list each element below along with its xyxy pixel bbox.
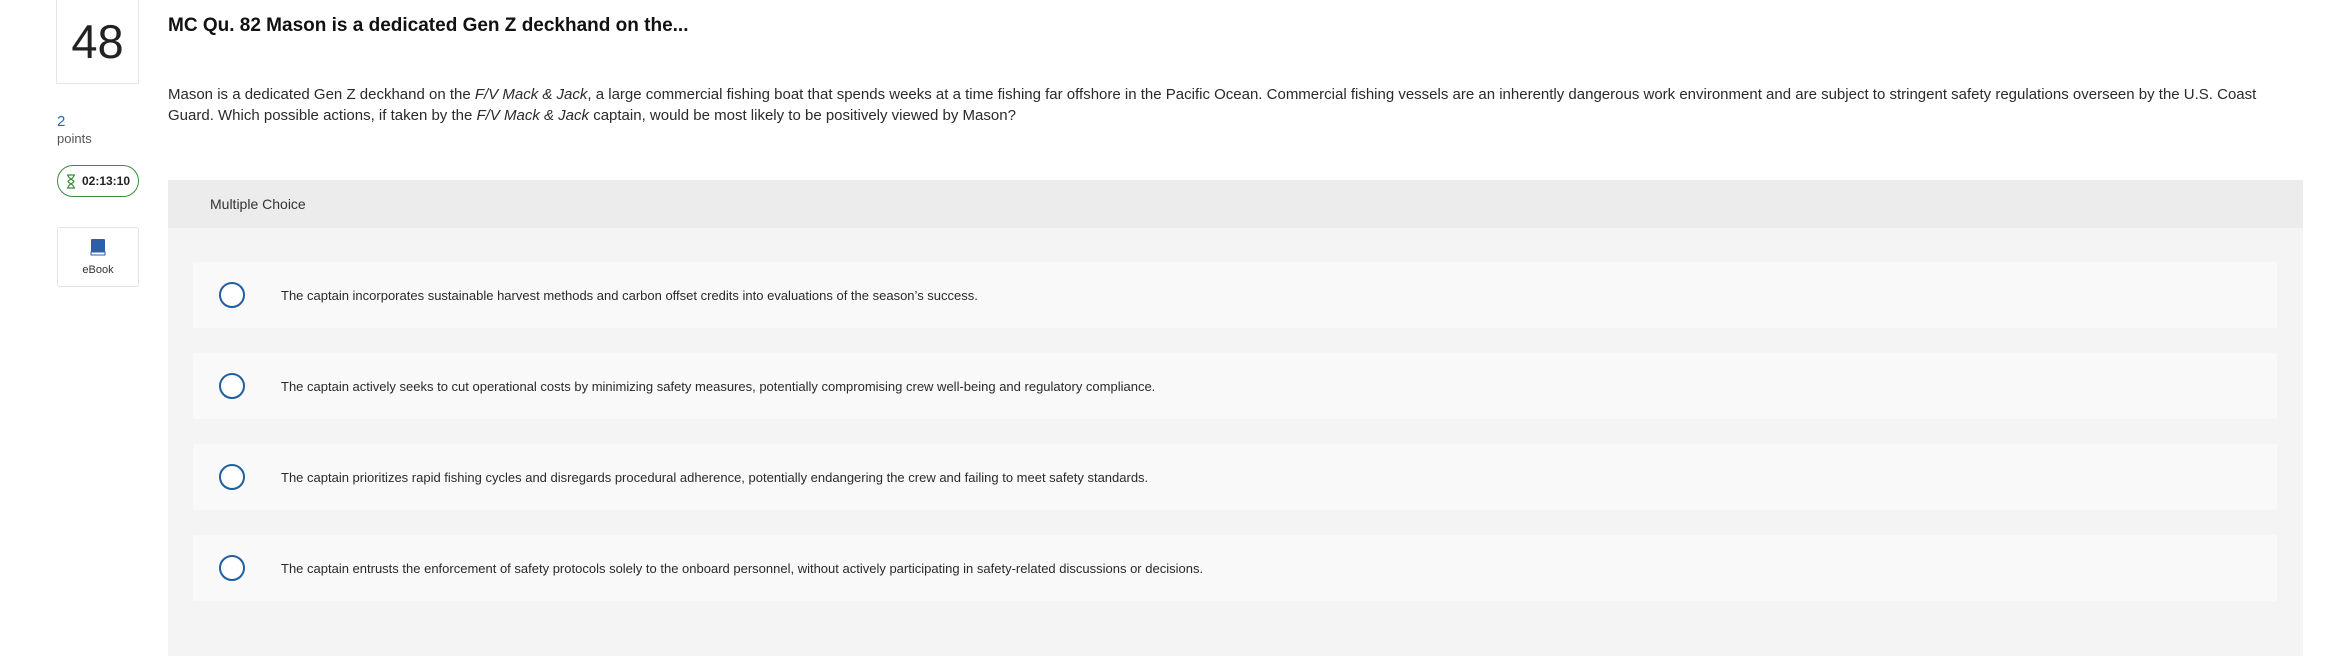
book-icon: [90, 238, 106, 259]
points-value: 2: [57, 113, 66, 130]
answer-type-header: Multiple Choice: [168, 180, 2303, 228]
choice-text: The captain prioritizes rapid fishing cy…: [281, 469, 1149, 485]
ebook-button[interactable]: eBook: [57, 227, 139, 287]
question-prompt: Mason is a dedicated Gen Z deckhand on t…: [168, 84, 2288, 126]
choice-option-4[interactable]: The captain entrusts the enforcement of …: [193, 535, 2277, 601]
prompt-text: Mason is a dedicated Gen Z deckhand on t…: [168, 86, 475, 103]
choice-text: The captain incorporates sustainable har…: [281, 287, 978, 303]
choice-option-2[interactable]: The captain actively seeks to cut operat…: [193, 353, 2277, 419]
choice-text: The captain entrusts the enforcement of …: [281, 560, 1204, 576]
timer-badge: 02:13:10: [57, 165, 139, 197]
hourglass-icon: [66, 173, 76, 189]
points-label: points: [57, 131, 92, 146]
answer-panel: Multiple Choice The captain incorporates…: [168, 180, 2303, 656]
radio-button[interactable]: [219, 282, 245, 308]
radio-button[interactable]: [219, 373, 245, 399]
points-block: 2 points: [57, 113, 92, 147]
answer-type-label: Multiple Choice: [210, 196, 306, 212]
prompt-vessel-name: F/V Mack & Jack: [476, 107, 590, 124]
question-number: 48: [56, 0, 139, 84]
prompt-vessel-name: F/V Mack & Jack: [474, 86, 588, 103]
ebook-label: eBook: [82, 264, 114, 276]
choice-option-3[interactable]: The captain prioritizes rapid fishing cy…: [193, 444, 2277, 510]
radio-button[interactable]: [219, 555, 245, 581]
prompt-text: captain, would be most likely to be posi…: [589, 107, 1016, 124]
question-title: MC Qu. 82 Mason is a dedicated Gen Z dec…: [168, 15, 689, 36]
timer-value: 02:13:10: [81, 174, 131, 188]
radio-button[interactable]: [219, 464, 245, 490]
choice-text: The captain actively seeks to cut operat…: [281, 378, 1156, 394]
choice-option-1[interactable]: The captain incorporates sustainable har…: [193, 262, 2277, 328]
question-sidebar: 48 2 points 02:13:10 eBook: [0, 0, 165, 656]
